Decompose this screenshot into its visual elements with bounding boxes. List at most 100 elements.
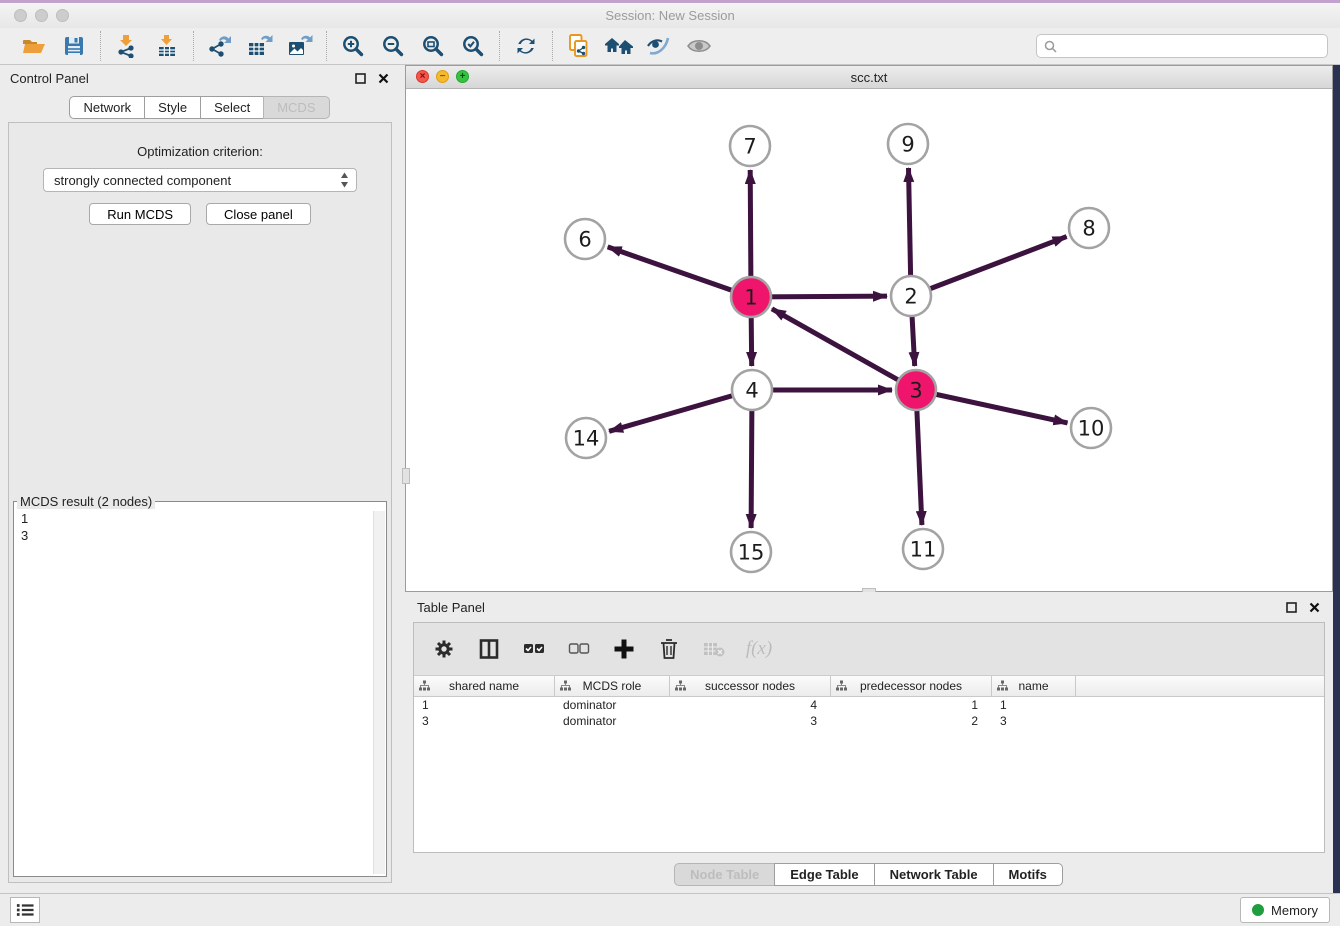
cell-predecessor-nodes[interactable]: 2 (831, 714, 992, 728)
network-maximize-icon[interactable]: + (456, 70, 469, 83)
column-label: MCDS role (583, 679, 642, 693)
edge-3-1[interactable] (772, 309, 916, 390)
column-header-successor-nodes[interactable]: successor nodes (670, 676, 831, 696)
node-label-10: 10 (1078, 417, 1105, 441)
delete-table-icon (702, 639, 726, 659)
attribute-type-icon (997, 680, 1008, 691)
app-titlebar: Session: New Session (0, 3, 1340, 29)
search-box[interactable] (1036, 34, 1328, 58)
zoom-out-button[interactable] (379, 32, 407, 60)
float-table-panel-icon[interactable] (1284, 600, 1298, 614)
edge-1-6[interactable] (608, 247, 751, 297)
tab-network[interactable]: Network (69, 96, 145, 119)
zoom-selected-button[interactable] (459, 32, 487, 60)
network-minimize-icon[interactable]: − (436, 70, 449, 83)
maximize-window-icon[interactable] (56, 9, 69, 22)
column-header-mcds-role[interactable]: MCDS role (555, 676, 670, 696)
optimization-select[interactable]: strongly connected component (43, 168, 357, 192)
table-settings-button[interactable] (432, 637, 456, 661)
new-network-from-selection-button[interactable] (565, 32, 593, 60)
open-file-button[interactable] (20, 32, 48, 60)
network-close-icon[interactable]: × (416, 70, 429, 83)
cell-mcds-role[interactable]: dominator (555, 714, 670, 728)
network-window-title: scc.txt (851, 70, 888, 85)
cell-shared-name[interactable]: 1 (414, 698, 555, 712)
export-image-button[interactable] (286, 32, 314, 60)
table-panel-title: Table Panel (417, 600, 485, 615)
float-panel-icon[interactable] (353, 71, 367, 85)
search-input[interactable] (1062, 38, 1320, 55)
gear-icon (432, 637, 456, 661)
control-panel-title: Control Panel (10, 71, 89, 86)
hide-selected-button[interactable] (645, 32, 673, 60)
tab-motifs[interactable]: Motifs (993, 863, 1063, 886)
close-panel-button[interactable]: Close panel (206, 203, 311, 225)
network-window-titlebar[interactable]: × − + scc.txt (406, 66, 1332, 89)
export-table-button[interactable] (246, 32, 274, 60)
mcds-result-list[interactable]: 1 3 (14, 509, 386, 544)
minimize-window-icon[interactable] (35, 9, 48, 22)
memory-button[interactable]: Memory (1240, 897, 1330, 923)
task-history-button[interactable] (10, 897, 40, 923)
cell-predecessor-nodes[interactable]: 1 (831, 698, 992, 712)
result-scrollbar[interactable] (373, 511, 385, 874)
column-header-predecessor-nodes[interactable]: predecessor nodes (831, 676, 992, 696)
table-tabs: Node TableEdge TableNetwork TableMotifs (405, 863, 1333, 886)
save-session-icon (62, 34, 86, 58)
splitter-grip-left[interactable] (402, 468, 410, 484)
cell-mcds-role[interactable]: dominator (555, 698, 670, 712)
import-network-button[interactable] (113, 32, 141, 60)
export-network-button[interactable] (206, 32, 234, 60)
toggle-column-display-button[interactable] (477, 637, 501, 661)
column-header-shared-name[interactable]: shared name (414, 676, 555, 696)
cell-successor-nodes[interactable]: 4 (670, 698, 831, 712)
zoom-fit-button[interactable] (419, 32, 447, 60)
close-table-panel-icon[interactable] (1307, 600, 1321, 614)
cell-successor-nodes[interactable]: 3 (670, 714, 831, 728)
table-panel: Table Panel f(x) shared nameMCDS rolesuc… (405, 592, 1333, 893)
edge-2-8[interactable] (911, 237, 1067, 296)
trash-icon (659, 637, 679, 661)
edge-3-10[interactable] (916, 390, 1068, 423)
node-table: f(x) shared nameMCDS rolesuccessor nodes… (413, 622, 1325, 853)
tab-style[interactable]: Style (144, 96, 201, 119)
close-panel-icon[interactable] (376, 71, 390, 85)
first-neighbors-button[interactable] (605, 32, 633, 60)
column-header-name[interactable]: name (992, 676, 1076, 696)
cell-name[interactable]: 1 (992, 698, 1076, 712)
cell-name[interactable]: 3 (992, 714, 1076, 728)
delete-columns-button[interactable] (657, 637, 681, 661)
table-header-row: shared name MCDS role successor nodesprede… (414, 676, 1324, 697)
table-row[interactable]: 1dominator411 (414, 697, 1324, 713)
mcds-panel: Optimization criterion: strongly connect… (8, 122, 392, 883)
mcds-result-box: MCDS result (2 nodes) 1 3 (13, 494, 387, 877)
show-all-button[interactable] (685, 32, 713, 60)
select-all-button[interactable] (522, 637, 546, 661)
open-file-icon (21, 34, 47, 58)
import-table-button[interactable] (153, 32, 181, 60)
unselect-all-button[interactable] (567, 637, 591, 661)
save-session-button[interactable] (60, 32, 88, 60)
zoom-in-button[interactable] (339, 32, 367, 60)
delete-table-button (702, 637, 726, 661)
run-mcds-button[interactable]: Run MCDS (89, 203, 191, 225)
cell-shared-name[interactable]: 3 (414, 714, 555, 728)
plus-icon (613, 638, 635, 660)
export-image-icon (287, 34, 313, 58)
apply-layout-button[interactable] (512, 32, 540, 60)
tab-node-table[interactable]: Node Table (674, 863, 775, 886)
edge-4-14[interactable] (609, 390, 752, 431)
window-controls[interactable] (14, 9, 69, 22)
export-network-icon (207, 34, 233, 58)
close-window-icon[interactable] (14, 9, 27, 22)
memory-status-icon (1252, 904, 1264, 916)
table-row[interactable]: 3dominator323 (414, 713, 1324, 729)
tab-network-table[interactable]: Network Table (874, 863, 994, 886)
table-body: 1dominator4113dominator323 (414, 697, 1324, 729)
tab-mcds[interactable]: MCDS (263, 96, 329, 119)
tab-edge-table[interactable]: Edge Table (774, 863, 874, 886)
graph-canvas[interactable]: 7968124314101511 (406, 88, 1332, 591)
hide-eye-icon (646, 34, 672, 58)
create-column-button[interactable] (612, 637, 636, 661)
tab-select[interactable]: Select (200, 96, 264, 119)
